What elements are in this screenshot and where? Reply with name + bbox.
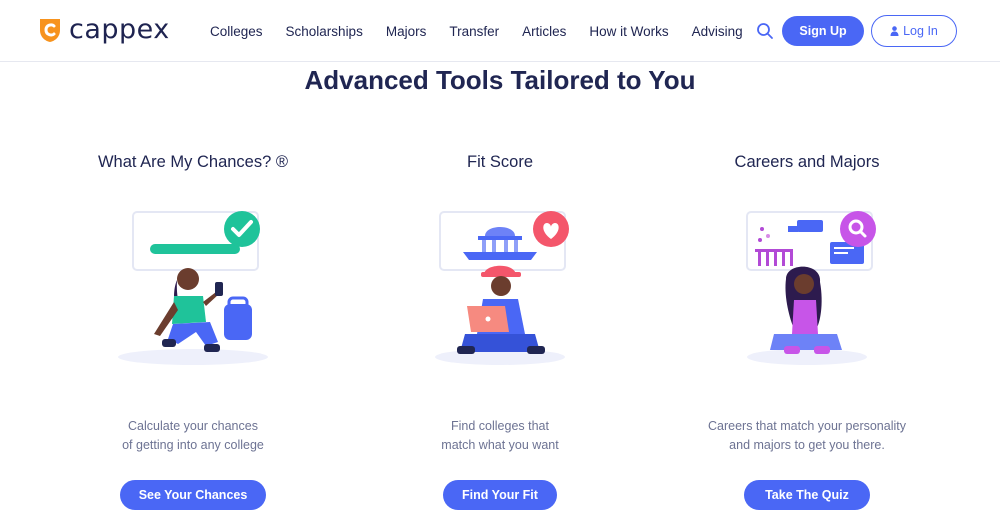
- card-fit-score: Fit Score Find colleges that match what …: [375, 152, 625, 512]
- card-careers-majors: Careers and Majors Careers that match yo…: [682, 152, 932, 512]
- cappex-logo-icon: [40, 19, 60, 42]
- card-description: Find colleges that match what you want: [375, 417, 625, 455]
- site-header: cappex Colleges Scholarships Majors Tran…: [0, 0, 1000, 62]
- card-description: Calculate your chances of getting into a…: [68, 417, 318, 455]
- fit-score-illustration: [435, 211, 569, 365]
- card-description-line: match what you want: [441, 438, 559, 452]
- card-description: Careers that match your personality and …: [682, 417, 932, 455]
- card-description-line: and majors to get you there.: [729, 438, 885, 452]
- search-icon[interactable]: [756, 22, 774, 40]
- log-in-button[interactable]: Log In: [871, 15, 957, 47]
- nav-link-articles[interactable]: Articles: [522, 24, 566, 39]
- heart-icon: [533, 211, 569, 247]
- nav-link-colleges[interactable]: Colleges: [210, 24, 263, 39]
- main-nav: Colleges Scholarships Majors Transfer Ar…: [210, 0, 766, 62]
- magnifier-icon: [840, 211, 876, 247]
- chances-illustration: [118, 211, 268, 365]
- user-icon: [890, 26, 899, 36]
- card-description-line: Calculate your chances: [128, 419, 258, 433]
- nav-link-transfer[interactable]: Transfer: [449, 24, 499, 39]
- log-in-label: Log In: [903, 24, 938, 38]
- card-description-line: Find colleges that: [451, 419, 549, 433]
- sign-up-button[interactable]: Sign Up: [782, 16, 864, 46]
- tools-section: Advanced Tools Tailored to You What Are …: [0, 62, 1000, 520]
- checkmark-icon: [224, 211, 260, 247]
- section-title: Advanced Tools Tailored to You: [304, 65, 696, 95]
- find-your-fit-button[interactable]: Find Your Fit: [443, 480, 557, 510]
- card-title: Fit Score: [466, 153, 534, 171]
- card-title: What Are My Chances? ®: [97, 153, 289, 171]
- card-title: Careers and Majors: [734, 153, 880, 171]
- nav-link-majors[interactable]: Majors: [386, 24, 427, 39]
- cappex-logo[interactable]: cappex: [37, 14, 170, 46]
- card-description-line: of getting into any college: [122, 438, 264, 452]
- nav-link-advising[interactable]: Advising: [692, 24, 743, 39]
- careers-illustration: [746, 211, 876, 365]
- card-description-line: Careers that match your personality: [707, 419, 906, 433]
- nav-link-scholarships[interactable]: Scholarships: [286, 24, 363, 39]
- take-the-quiz-button[interactable]: Take The Quiz: [744, 480, 870, 510]
- brand-name: cappex: [69, 14, 170, 45]
- nav-link-how-it-works[interactable]: How it Works: [589, 24, 668, 39]
- see-your-chances-button[interactable]: See Your Chances: [120, 480, 266, 510]
- card-chances: What Are My Chances? ® Calculate your ch…: [68, 152, 318, 512]
